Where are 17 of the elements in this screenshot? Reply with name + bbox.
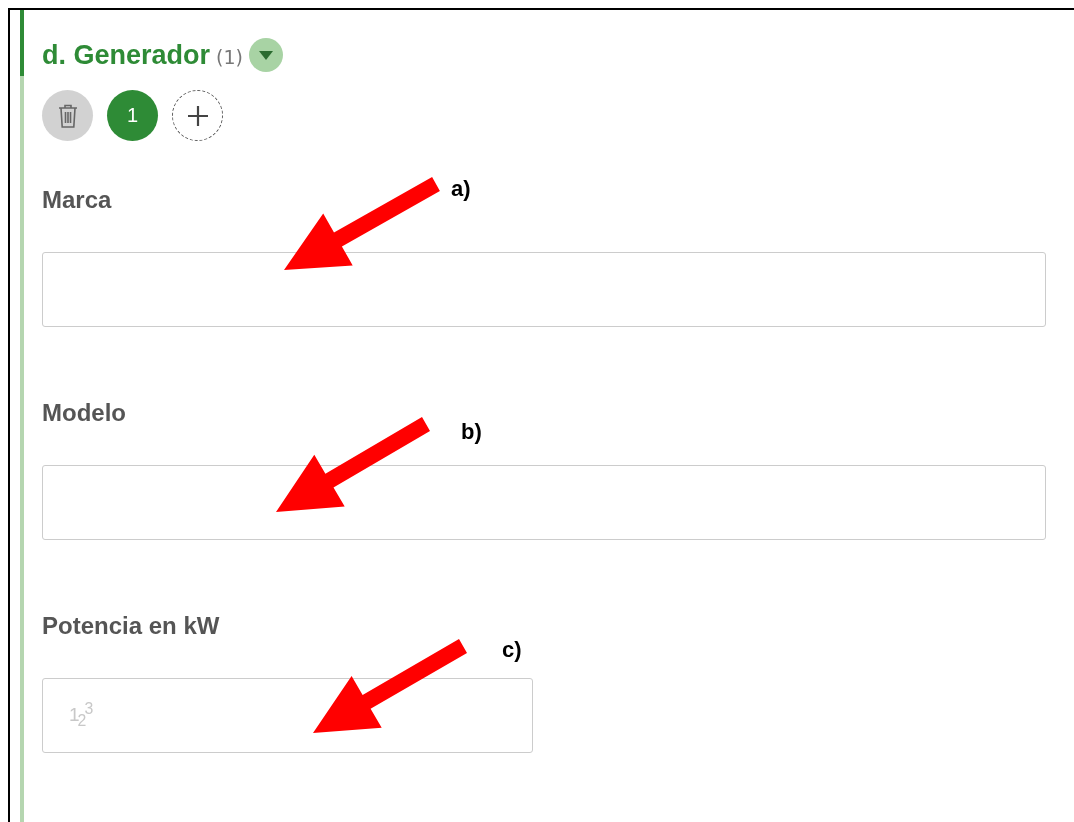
annotation-label: c) [502,637,522,663]
collapse-toggle[interactable] [248,38,283,72]
arrow-icon [284,177,440,270]
field-label: Modelo [42,399,126,427]
plus-icon [186,104,209,127]
field-label: Marca [42,186,112,214]
delete-button[interactable] [42,90,93,141]
field-label: Potencia en kW [42,612,220,640]
section-title: d. Generador [42,39,211,71]
annotation-label: a) [451,176,471,202]
arrow-icon [276,417,430,512]
section-count: (1) [216,45,243,68]
trash-icon [57,103,78,128]
arrow-icon [313,639,467,733]
entry-tab[interactable]: 1 [107,90,158,141]
annotation-label: b) [461,419,482,445]
caret-icon [258,50,273,60]
